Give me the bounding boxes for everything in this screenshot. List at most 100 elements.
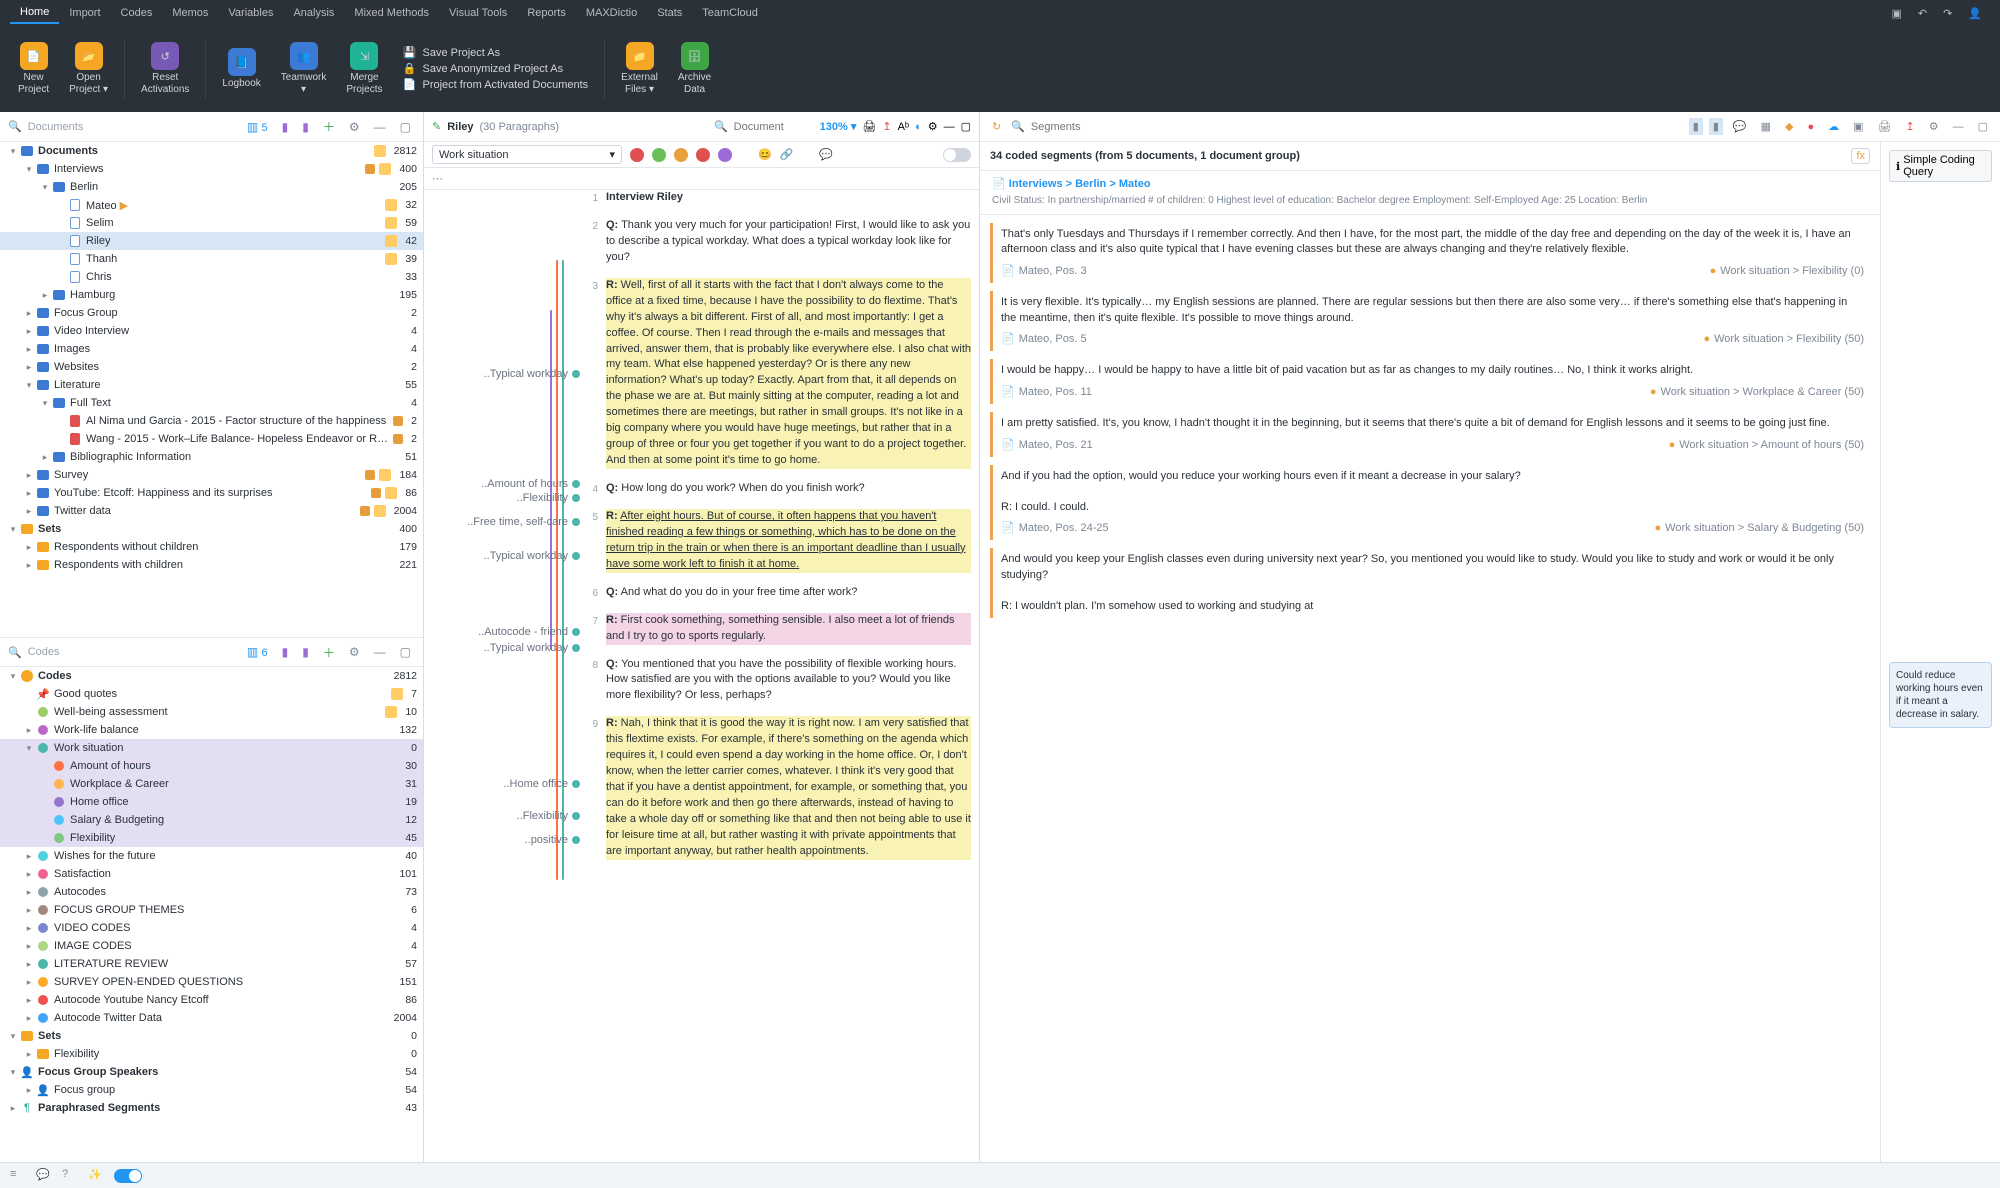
print-icon[interactable]: 🖨	[1874, 118, 1896, 135]
save-project-as-button[interactable]: 💾Save Project As	[402, 46, 588, 60]
tree-row[interactable]: Flexibility45	[0, 829, 423, 847]
merge-projects-button[interactable]: ⇲ Merge Projects	[336, 42, 392, 96]
seg-tool-5-icon[interactable]: ◆	[1781, 118, 1797, 135]
zoom-dropdown[interactable]: 130% ▾	[820, 120, 857, 133]
seg-tool-3-icon[interactable]: 💬	[1729, 118, 1751, 135]
seg-tool-2-icon[interactable]: ▮	[1709, 118, 1723, 135]
menu-reports[interactable]: Reports	[517, 3, 576, 23]
paragraph[interactable]: Q: You mentioned that you have the possi…	[606, 657, 971, 705]
save-icon[interactable]: ▣	[1883, 3, 1909, 24]
paragraph[interactable]: Q: And what do you do in your free time …	[606, 585, 971, 601]
emoji-icon[interactable]: 😊	[758, 148, 772, 161]
menu-visual-tools[interactable]: Visual Tools	[439, 3, 517, 23]
minimize-icon[interactable]: —	[1949, 119, 1968, 135]
segments-list[interactable]: That's only Tuesdays and Thursdays if I …	[980, 215, 1880, 1162]
doc-tool-1-icon[interactable]: ▮	[278, 118, 293, 136]
code-tool-1-icon[interactable]: ▮	[278, 643, 293, 661]
tree-row[interactable]: ▸VIDEO CODES4	[0, 919, 423, 937]
toggle-icon[interactable]: ◐	[915, 121, 922, 133]
gear-icon[interactable]: ⚙	[345, 643, 364, 661]
menu-variables[interactable]: Variables	[218, 3, 283, 23]
tree-row[interactable]: ▸Survey184	[0, 466, 423, 484]
tree-row[interactable]: ▸¶Paraphrased Segments43	[0, 1099, 423, 1117]
save-anonymized-button[interactable]: 🔒Save Anonymized Project As	[402, 62, 588, 76]
tree-row[interactable]: ▸Work-life balance132	[0, 721, 423, 739]
tree-row[interactable]: Wang - 2015 - Work–Life Balance- Hopeles…	[0, 430, 423, 448]
tree-row[interactable]: ▾Work situation0	[0, 739, 423, 757]
tree-row[interactable]: ▸IMAGE CODES4	[0, 937, 423, 955]
tree-row[interactable]: ▸Satisfaction101	[0, 865, 423, 883]
maximize-icon[interactable]: ▢	[1974, 118, 1992, 135]
add-code-icon[interactable]: ＋	[319, 642, 339, 663]
menu-memos[interactable]: Memos	[162, 3, 218, 23]
teamwork-button[interactable]: 👥 Teamwork ▾	[271, 42, 337, 96]
paragraph[interactable]: Q: How long do you work? When do you fin…	[606, 481, 971, 497]
tree-row[interactable]: Selim59	[0, 214, 423, 232]
menu-codes[interactable]: Codes	[111, 3, 163, 23]
refresh-icon[interactable]: ↻	[988, 118, 1005, 135]
seg-tool-4-icon[interactable]: ▦	[1757, 118, 1775, 135]
tree-row[interactable]: Al Nima und Garcia - 2015 - Factor struc…	[0, 412, 423, 430]
minimize-icon[interactable]: —	[370, 118, 390, 136]
documents-search-input[interactable]	[28, 121, 237, 133]
seg-tool-7-icon[interactable]: ☁	[1824, 118, 1843, 135]
tree-row[interactable]: ▸👤Focus group54	[0, 1081, 423, 1099]
logbook-button[interactable]: 📘 Logbook	[212, 48, 270, 90]
external-files-button[interactable]: 📁 External Files ▾	[611, 42, 668, 96]
toggle-switch[interactable]	[943, 148, 971, 162]
tree-row[interactable]: ▸Autocodes73	[0, 883, 423, 901]
export-icon[interactable]: ↥	[882, 120, 891, 133]
seg-tool-6-icon[interactable]: ●	[1803, 119, 1818, 135]
tree-row[interactable]: ▸Respondents without children179	[0, 538, 423, 556]
gear-icon[interactable]: ⚙	[1925, 118, 1943, 135]
menu-analysis[interactable]: Analysis	[283, 3, 344, 23]
menu-maxdictio[interactable]: MAXDictio	[576, 3, 647, 23]
maximize-icon[interactable]: ▢	[961, 120, 971, 133]
segment[interactable]: It is very flexible. It's typically… my …	[990, 291, 1872, 351]
chat-icon[interactable]: 💬	[36, 1168, 52, 1184]
simple-coding-query-button[interactable]: ℹSimple Coding Query	[1889, 150, 1992, 182]
tree-row[interactable]: ▾Full Text4	[0, 394, 423, 412]
code-color-3-icon[interactable]	[674, 148, 688, 162]
tree-row[interactable]: ▸Hamburg195	[0, 286, 423, 304]
seg-tool-1-icon[interactable]: ▮	[1689, 118, 1703, 135]
undo-icon[interactable]: ↶	[1910, 3, 1935, 24]
tree-row[interactable]: ▸YouTube: Etcoff: Happiness and its surp…	[0, 484, 423, 502]
tree-row[interactable]: ▾Literature55	[0, 376, 423, 394]
tree-row[interactable]: 📌Good quotes7	[0, 685, 423, 703]
tree-row[interactable]: Thanh39	[0, 250, 423, 268]
paragraph[interactable]: R: After eight hours. But of course, it …	[606, 509, 971, 573]
tree-row[interactable]: ▾Codes2812	[0, 667, 423, 685]
tree-row[interactable]: Riley42	[0, 232, 423, 250]
code-color-5-icon[interactable]	[718, 148, 732, 162]
redo-icon[interactable]: ↷	[1935, 3, 1960, 24]
paragraph[interactable]: R: Well, first of all it starts with the…	[606, 278, 971, 469]
tree-row[interactable]: ▸Websites2	[0, 358, 423, 376]
tree-row[interactable]: ▸Respondents with children221	[0, 556, 423, 574]
paragraph[interactable]: R: First cook something, something sensi…	[606, 613, 971, 645]
tree-row[interactable]: Home office19	[0, 793, 423, 811]
tree-row[interactable]: Well-being assessment10	[0, 703, 423, 721]
menu-teamcloud[interactable]: TeamCloud	[692, 3, 768, 23]
seg-function-icon[interactable]: fx	[1851, 148, 1870, 164]
spell-icon[interactable]: Aᵇ	[898, 121, 910, 133]
tree-row[interactable]: ▸Video Interview4	[0, 322, 423, 340]
documents-tree[interactable]: ▾Documents2812▾Interviews400▾Berlin205Ma…	[0, 142, 423, 637]
minimize-icon[interactable]: —	[944, 121, 955, 133]
tree-row[interactable]: ▸Wishes for the future40	[0, 847, 423, 865]
help-icon[interactable]: ?	[62, 1168, 78, 1184]
archive-data-button[interactable]: 🗄 Archive Data	[668, 42, 721, 96]
new-project-button[interactable]: 📄 New Project	[8, 42, 59, 96]
add-icon[interactable]: ＋	[319, 116, 339, 137]
tree-row[interactable]: Salary & Budgeting12	[0, 811, 423, 829]
filter-icon[interactable]: ▥ 6	[243, 643, 272, 661]
comment-icon[interactable]: 💬	[819, 148, 833, 161]
code-color-2-icon[interactable]	[652, 148, 666, 162]
paragraph[interactable]: Q: Thank you very much for your particip…	[606, 218, 971, 266]
segment[interactable]: I am pretty satisfied. It's, you know, I…	[990, 412, 1872, 457]
reset-activations-button[interactable]: ↺ Reset Activations	[131, 42, 199, 96]
minimize-icon[interactable]: —	[370, 643, 390, 661]
menu-mixed-methods[interactable]: Mixed Methods	[344, 3, 439, 23]
user-icon[interactable]: 👤	[1960, 3, 1990, 24]
tree-row[interactable]: Mateo ▶32	[0, 196, 423, 214]
